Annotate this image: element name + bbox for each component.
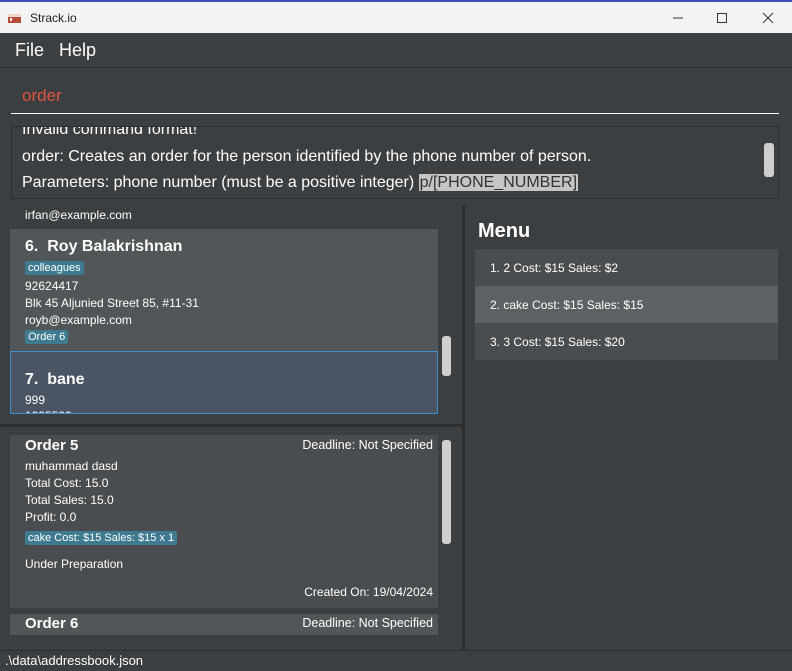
menu-file[interactable]: File	[15, 40, 44, 61]
person-partial-line: 1235522	[25, 409, 72, 413]
close-button[interactable]	[745, 2, 791, 33]
person-email: royb@example.com	[25, 313, 132, 327]
person-card[interactable]: 6. Roy Balakrishnan colleagues 92624417 …	[10, 229, 438, 351]
person-address: Blk 45 Aljunied Street 85, #11-31	[25, 296, 199, 310]
close-icon	[762, 12, 774, 23]
person-list: irfan@example.com 6. Roy Balakrishnan co…	[0, 205, 462, 423]
window-title: Strack.io	[30, 11, 77, 25]
person-phone: 92624417	[25, 279, 79, 293]
result-line-2: order: Creates an order for the person i…	[22, 148, 592, 165]
person-card[interactable]: 7. bane 999 1235522	[10, 351, 438, 414]
order-deadline: Deadline: Not Specified	[302, 438, 433, 452]
person-name: 6. Roy Balakrishnan	[25, 238, 182, 256]
minimize-icon	[673, 17, 683, 18]
order-status: Under Preparation	[25, 557, 124, 571]
maximize-icon	[717, 12, 727, 23]
order-total-cost: Total Cost: 15.0	[25, 476, 109, 490]
result-highlight: p/[PHONE_NUMBER]	[418, 174, 579, 191]
person-list-scrollbar[interactable]	[442, 336, 451, 376]
menu-heading: Menu	[478, 220, 531, 242]
person-order-tag: Order 6	[25, 330, 69, 344]
maximize-button[interactable]	[699, 2, 745, 33]
person-index: 7.	[25, 371, 39, 388]
menu-panel: Menu 1. 2 Cost: $15 Sales: $2 2. cake Co…	[465, 205, 792, 650]
order-card[interactable]: Order 6 Deadline: Not Specified	[10, 614, 438, 635]
person-phone: 999	[25, 393, 46, 407]
order-list-scrollbar[interactable]	[442, 440, 451, 544]
result-scrollbar[interactable]	[764, 143, 774, 177]
person-prev-email: irfan@example.com	[25, 208, 132, 222]
command-box	[0, 69, 792, 121]
person-name: 7. bane	[25, 371, 85, 389]
menu-list-item[interactable]: 3. 3 Cost: $15 Sales: $20	[475, 323, 778, 360]
order-profit: Profit: 0.0	[25, 510, 77, 524]
menu-list-item[interactable]: 1. 2 Cost: $15 Sales: $2	[475, 249, 778, 286]
order-deadline: Deadline: Not Specified	[302, 616, 433, 630]
order-created: Created On: 19/04/2024	[304, 585, 433, 599]
app-icon	[8, 14, 21, 23]
order-total-sales: Total Sales: 15.0	[25, 493, 114, 507]
menu-list-item[interactable]: 2. cake Cost: $15 Sales: $15	[475, 286, 778, 323]
person-name-text: bane	[47, 371, 85, 388]
status-bar: .\data\addressbook.json	[0, 650, 792, 671]
person-index: 6.	[25, 238, 39, 255]
order-customer: muhammad dasd	[25, 459, 118, 473]
minimize-button[interactable]	[655, 2, 701, 33]
order-card[interactable]: Order 5 Deadline: Not Specified muhammad…	[10, 435, 438, 608]
order-title: Order 5	[25, 437, 79, 454]
order-title: Order 6	[25, 615, 79, 632]
result-line-3-text: Parameters: phone number (must be a posi…	[22, 174, 419, 191]
person-name-text: Roy Balakrishnan	[47, 238, 183, 255]
command-input[interactable]	[11, 79, 779, 114]
menu-bar: File Help	[0, 33, 792, 68]
result-display: Invalid command format! order: Creates a…	[11, 126, 779, 199]
status-file-path: .\data\addressbook.json	[5, 653, 144, 668]
result-line-3: Parameters: phone number (must be a posi…	[22, 174, 579, 192]
result-line-1: Invalid command format!	[22, 126, 198, 138]
order-item-tag: cake Cost: $15 Sales: $15 x 1	[25, 531, 178, 545]
menu-help[interactable]: Help	[59, 40, 96, 61]
order-list: Order 5 Deadline: Not Specified muhammad…	[0, 427, 462, 635]
person-tag: colleagues	[25, 261, 84, 275]
